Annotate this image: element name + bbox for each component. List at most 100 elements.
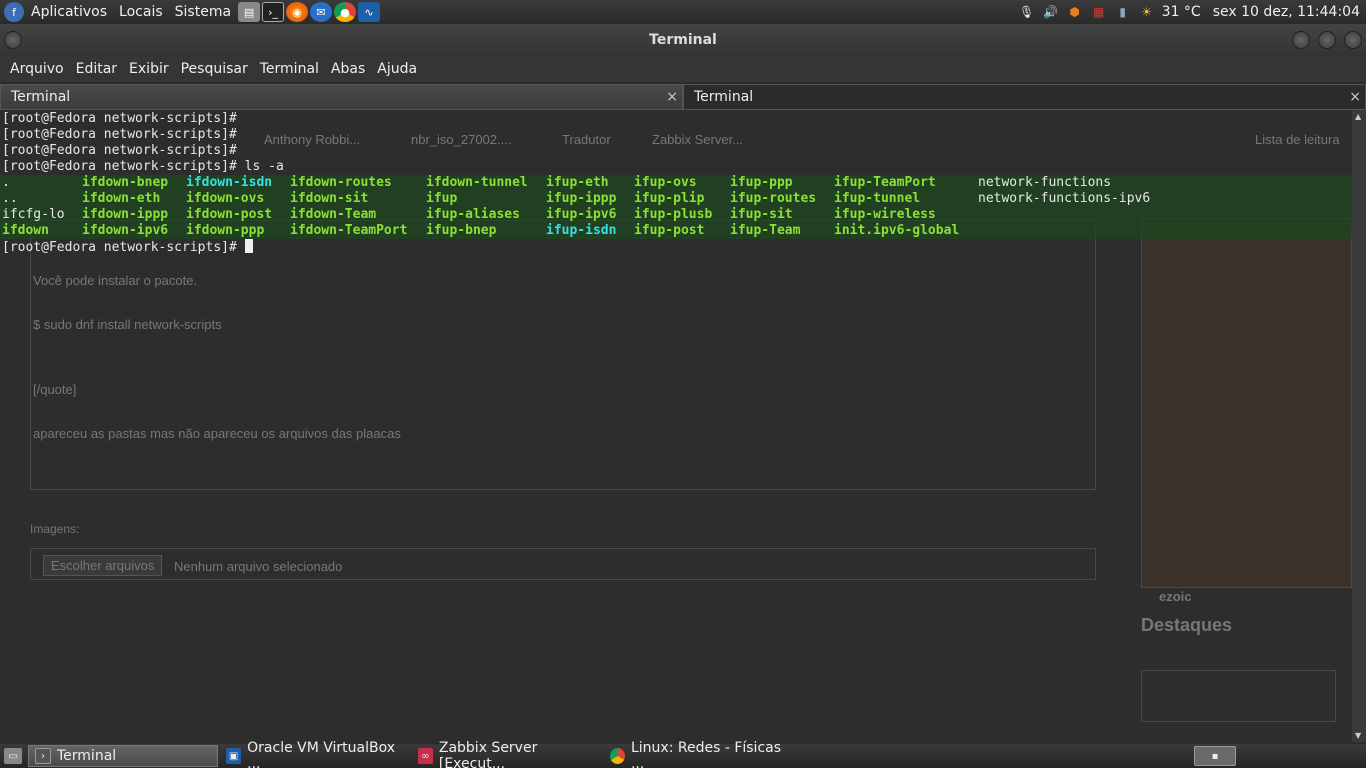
maximize-button[interactable]: [1318, 31, 1336, 49]
taskbar-item-zabbix[interactable]: ∞ Zabbix Server [Execut...: [412, 740, 602, 768]
ls-entry: ifcfg-lo: [2, 207, 65, 222]
close-icon[interactable]: ×: [1349, 89, 1361, 105]
ls-entry: ifup-ipv6: [546, 207, 617, 222]
tab-terminal-2[interactable]: Terminal ×: [683, 84, 1366, 110]
ls-entry: network-functions-ipv6: [978, 191, 1151, 206]
ls-output: . ifdown-bnep ifdown-isdn ifdown-routes ifdo…: [0, 175, 1352, 239]
ls-entry: ifup-Team: [730, 223, 801, 238]
ls-entry: ifup-tunnel: [834, 191, 921, 206]
page-text-line: Você pode instalar o pacote.: [33, 273, 198, 288]
workspace-switcher-icon[interactable]: ▪: [1194, 746, 1236, 766]
network-icon[interactable]: ▦: [1090, 3, 1108, 21]
terminal-icon: ›: [35, 748, 51, 764]
ls-entry: ifup-ippp: [546, 191, 617, 206]
prompt-line: [root@Fedora network-scripts]#: [2, 127, 237, 142]
window-title: Terminal: [649, 32, 717, 48]
terminal-output: [root@Fedora network-scripts]# [root@Fed…: [0, 111, 1352, 255]
menu-editar[interactable]: Editar: [70, 61, 123, 77]
ls-entry: ifdown-ppp: [186, 223, 265, 238]
show-desktop-icon[interactable]: ▭: [4, 748, 22, 764]
menu-aplicativos[interactable]: Aplicativos: [25, 4, 113, 20]
chrome-launcher-icon[interactable]: ●: [334, 2, 357, 22]
ls-entry: ifdown-eth: [82, 191, 161, 206]
clock[interactable]: sex 10 dez, 11:44:04: [1213, 4, 1360, 20]
window-titlebar[interactable]: Terminal: [0, 24, 1366, 56]
ls-row: ifcfg-lo ifdown-ippp ifdown-post ifdown-Tea…: [0, 207, 1352, 223]
file-manager-launcher-icon[interactable]: ▤: [238, 2, 261, 22]
zabbix-icon: ∞: [418, 748, 433, 764]
fedora-logo-icon[interactable]: f: [4, 2, 24, 22]
menu-abas[interactable]: Abas: [325, 61, 371, 77]
ls-entry: ifdown-routes: [290, 175, 392, 190]
system-monitor-launcher-icon[interactable]: ∿: [358, 2, 381, 22]
taskbar-item-chrome[interactable]: Linux: Redes - Físicas ...: [604, 740, 794, 768]
prompt-line: [root@Fedora network-scripts]#: [2, 143, 237, 158]
close-icon[interactable]: ×: [666, 89, 678, 105]
ls-row: .. ifdown-eth ifdown-ovs ifdown-sit ifup ifup…: [0, 191, 1352, 207]
signal-icon[interactable]: ▮: [1114, 3, 1132, 21]
volume-icon[interactable]: 🔊: [1042, 3, 1060, 21]
menu-arquivo[interactable]: Arquivo: [4, 61, 70, 77]
ls-entry: ifup-post: [634, 223, 705, 238]
scroll-up-icon[interactable]: ▲: [1355, 112, 1361, 121]
window-menu-button[interactable]: [4, 31, 22, 49]
ls-row: . ifdown-bnep ifdown-isdn ifdown-routes ifdo…: [0, 175, 1352, 191]
menu-sistema[interactable]: Sistema: [169, 4, 237, 20]
menu-pesquisar[interactable]: Pesquisar: [175, 61, 254, 77]
page-text-line: apareceu as pastas mas não apareceu os a…: [33, 426, 401, 441]
firefox-launcher-icon[interactable]: ◉: [286, 2, 309, 22]
text-cursor: [244, 239, 253, 253]
virtualbox-icon: ▣: [226, 748, 242, 764]
microphone-icon[interactable]: 🎙: [1018, 3, 1036, 21]
ls-entry: ifup-bnep: [426, 223, 497, 238]
system-tray: 🎙 🔊 ⬢ ▦ ▮ ☀ 31 °C sex 10 dez, 11:44:04: [1018, 0, 1366, 24]
taskbar-item-virtualbox[interactable]: ▣ Oracle VM VirtualBox ...: [220, 740, 410, 768]
menu-ajuda[interactable]: Ajuda: [371, 61, 423, 77]
terminal-view[interactable]: Anthony Robbi... nbr_iso_27002.... Tradu…: [0, 110, 1352, 742]
tab-terminal-1[interactable]: Terminal ×: [0, 84, 683, 110]
ls-entry: network-functions: [978, 175, 1112, 190]
menu-terminal[interactable]: Terminal: [254, 61, 325, 77]
scroll-down-icon[interactable]: ▼: [1355, 731, 1361, 740]
ls-entry: ifdown-isdn: [186, 175, 273, 190]
ls-entry: ifdown: [2, 223, 49, 238]
ls-entry: ifup-ovs: [634, 175, 697, 190]
command-line: [root@Fedora network-scripts]# ls -a: [2, 159, 284, 174]
task-label: Terminal: [57, 748, 117, 764]
taskbar: ▭ › Terminal ▣ Oracle VM VirtualBox ... …: [0, 740, 1366, 768]
choose-files-button: Escolher arquivos: [43, 555, 163, 576]
ls-entry: .: [2, 175, 10, 190]
ls-entry: ifdown-ippp: [82, 207, 169, 222]
page-text-line: [/quote]: [33, 382, 77, 397]
reply-textarea: [30, 220, 1096, 490]
ls-entry: init.ipv6-global: [834, 223, 960, 238]
menu-locais[interactable]: Locais: [113, 4, 169, 20]
ls-entry: ifup-ppp: [730, 175, 793, 190]
ls-entry: ifup-plip: [634, 191, 705, 206]
chrome-icon: [610, 748, 625, 764]
update-icon[interactable]: ⬢: [1066, 3, 1084, 21]
current-prompt-line[interactable]: [root@Fedora network-scripts]#: [2, 239, 1352, 255]
ls-entry: ifdown-ovs: [186, 191, 265, 206]
ls-entry: ifup-sit: [730, 207, 793, 222]
taskbar-item-terminal[interactable]: › Terminal: [28, 745, 218, 767]
menu-exibir[interactable]: Exibir: [123, 61, 175, 77]
ls-entry: ifup-isdn: [546, 223, 617, 238]
ls-entry: ..: [2, 191, 18, 206]
task-label: Linux: Redes - Físicas ...: [630, 740, 782, 768]
menubar: Arquivo Editar Exibir Pesquisar Terminal…: [0, 56, 1366, 82]
ls-entry: ifdown-post: [186, 207, 273, 222]
weather-icon[interactable]: ☀: [1138, 3, 1156, 21]
ls-entry: ifup-aliases: [426, 207, 520, 222]
ls-entry: ifup-routes: [730, 191, 817, 206]
close-window-button[interactable]: [1344, 31, 1362, 49]
page-text-line: $ sudo dnf install network-scripts: [33, 317, 222, 332]
typed-command: ls -a: [244, 159, 284, 174]
terminal-launcher-icon[interactable]: ›_: [262, 2, 285, 22]
terminal-scrollbar[interactable]: ▲ ▼: [1352, 110, 1366, 742]
minimize-button[interactable]: [1292, 31, 1310, 49]
thunderbird-launcher-icon[interactable]: ✉: [310, 2, 333, 22]
weather-temperature[interactable]: 31 °C: [1162, 4, 1201, 20]
ls-entry: ifup: [426, 191, 458, 206]
ls-entry: ifdown-Team: [290, 207, 377, 222]
